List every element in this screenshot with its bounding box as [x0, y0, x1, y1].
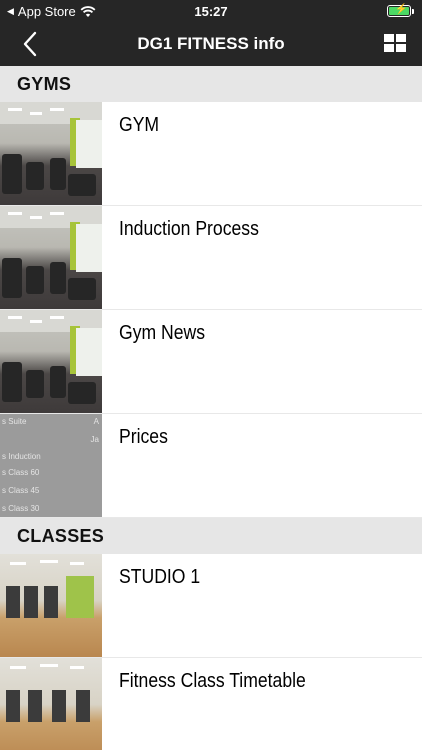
- charging-bolt-icon: ⚡: [395, 4, 408, 15]
- prices-thumb-line: s Induction: [2, 452, 41, 461]
- prices-thumbnail: s Suite A Ja s Induction s Class 60 s Cl…: [0, 414, 102, 517]
- navigation-bar: DG1 FITNESS info: [0, 22, 422, 66]
- list-item-label: Gym News: [119, 322, 206, 344]
- status-time: 15:27: [194, 4, 228, 19]
- prices-thumb-line: s Class 60: [2, 468, 40, 477]
- list-item-label: Fitness Class Timetable: [119, 670, 306, 692]
- status-bar: ◀ App Store 15:27 ⚡: [0, 0, 422, 22]
- list-item-gym[interactable]: GYM: [0, 102, 422, 206]
- gym-thumbnail: [0, 102, 102, 205]
- page-title: DG1 FITNESS info: [137, 34, 285, 53]
- section-header-classes: CLASSES: [0, 518, 422, 554]
- battery-indicator: ⚡: [387, 4, 414, 17]
- prices-thumb-line: Ja: [90, 435, 99, 444]
- gym-news-thumbnail: [0, 310, 102, 413]
- list-item-gym-news[interactable]: Gym News: [0, 310, 422, 414]
- list-item-prices[interactable]: s Suite A Ja s Induction s Class 60 s Cl…: [0, 414, 422, 518]
- list-item-label: GYM: [119, 114, 160, 136]
- list-item-label: Induction Process: [119, 218, 259, 240]
- battery-icon: ⚡: [387, 4, 411, 17]
- info-list: GYMS GYM Induction Process Gym News s Su…: [0, 66, 422, 750]
- section-header-gyms: GYMS: [0, 66, 422, 102]
- prices-thumb-line: s Class 30: [2, 504, 40, 513]
- list-item-studio-1[interactable]: STUDIO 1: [0, 554, 422, 658]
- list-item-label: Prices: [119, 426, 168, 448]
- grid-view-button[interactable]: [384, 34, 406, 54]
- induction-thumbnail: [0, 206, 102, 309]
- list-item-label: STUDIO 1: [119, 566, 201, 588]
- list-item-fitness-class-timetable[interactable]: Fitness Class Timetable: [0, 658, 422, 750]
- prices-thumb-line: s Suite: [2, 417, 27, 426]
- prices-thumb-line: A: [93, 417, 99, 426]
- timetable-thumbnail: [0, 658, 102, 750]
- prices-thumb-line: s Class 45: [2, 486, 40, 495]
- studio-thumbnail: [0, 554, 102, 657]
- list-item-induction-process[interactable]: Induction Process: [0, 206, 422, 310]
